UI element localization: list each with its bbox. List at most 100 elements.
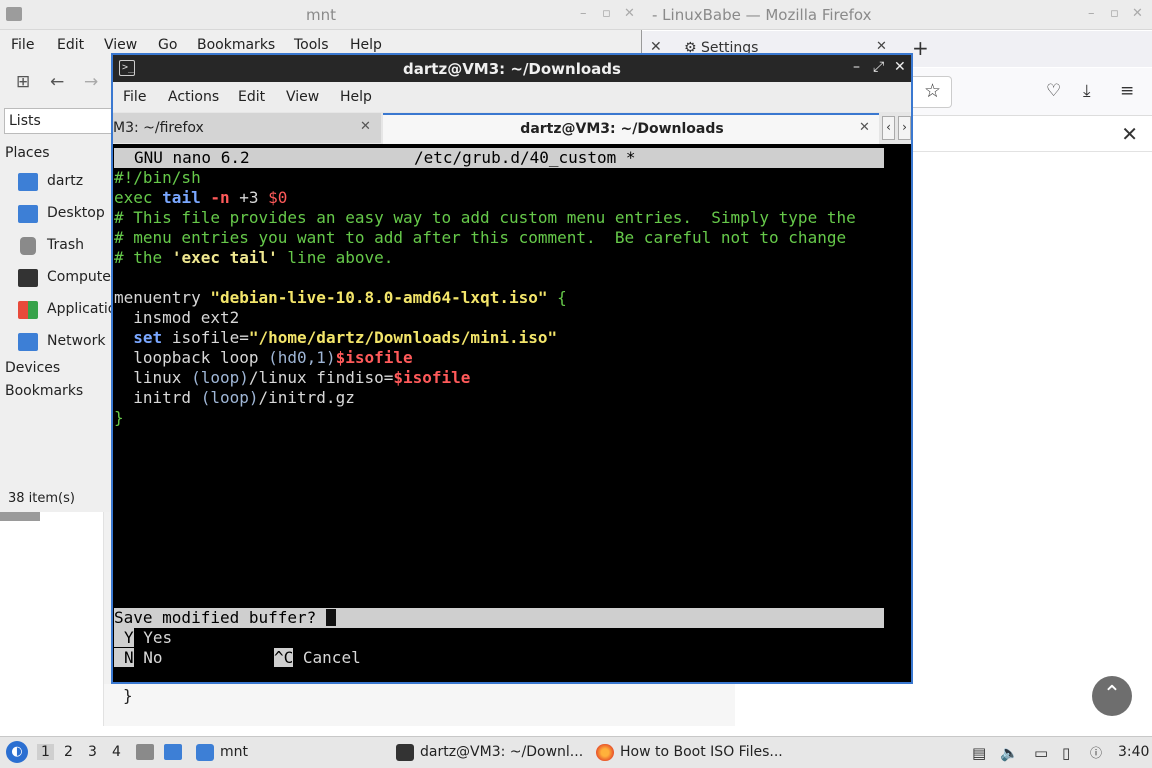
option-key: N <box>114 648 134 667</box>
network-folder-icon <box>18 333 38 351</box>
menu-edit[interactable]: Edit <box>57 37 84 53</box>
forward-arrow-icon[interactable]: → <box>84 72 98 92</box>
code-block-background <box>104 684 735 726</box>
tab-close-icon[interactable]: ✕ <box>859 120 870 135</box>
back-arrow-icon[interactable]: ← <box>50 72 64 92</box>
start-menu-icon[interactable]: ◐ <box>6 741 28 763</box>
menu-view[interactable]: View <box>104 37 137 53</box>
horizontal-scrollbar[interactable] <box>0 512 40 521</box>
terminal-menubar: File Actions Edit View Help <box>113 82 911 112</box>
file-manager-title: mnt <box>306 6 336 24</box>
bookmarks-header[interactable]: Bookmarks <box>5 383 83 399</box>
tab-close-icon[interactable]: ✕ <box>876 39 887 54</box>
file-manager-launcher-icon[interactable] <box>136 744 154 760</box>
show-desktop-icon[interactable] <box>164 744 182 760</box>
computer-icon <box>18 269 38 287</box>
save-prompt[interactable]: Save modified buffer? <box>114 608 884 628</box>
workspace-3[interactable]: 3 <box>88 744 97 760</box>
terminal-window: >_ dartz@VM3: ~/Downloads – ⤢ ✕ File Act… <box>111 53 913 684</box>
code-line: insmod ext2 <box>114 308 240 327</box>
menu-help[interactable]: Help <box>340 89 372 105</box>
terminal-tabbar: M3: ~/firefox ✕ dartz@VM3: ~/Downloads ✕… <box>113 112 911 144</box>
menu-bookmarks[interactable]: Bookmarks <box>197 37 275 53</box>
tab-close-icon[interactable]: ✕ <box>360 119 371 134</box>
menu-file[interactable]: File <box>123 89 146 105</box>
firefox-titlebar[interactable]: - LinuxBabe — Mozilla Firefox – ▫ ✕ <box>642 0 1152 30</box>
tab-label: M3: ~/firefox <box>113 120 204 136</box>
side-pane-mode-select[interactable]: Lists <box>4 108 124 134</box>
code-line: # This file provides an easy way to add … <box>114 208 856 227</box>
tab-scroll-right-icon[interactable]: › <box>898 116 911 140</box>
notes-icon[interactable]: ▯ <box>1062 744 1070 762</box>
file-manager-titlebar[interactable]: mnt – ▫ ✕ <box>0 0 642 30</box>
terminal-titlebar[interactable]: >_ dartz@VM3: ~/Downloads – ⤢ ✕ <box>113 55 911 82</box>
terminal-title: dartz@VM3: ~/Downloads <box>403 60 621 78</box>
new-tab-plus-icon[interactable]: + <box>912 36 929 60</box>
hamburger-menu-icon[interactable]: ≡ <box>1120 81 1134 101</box>
bookmark-star-icon[interactable]: ☆ <box>924 80 941 102</box>
minimize-icon[interactable]: – <box>580 6 587 21</box>
pocket-icon[interactable]: ♡ <box>1046 81 1061 101</box>
firefox-title: - LinuxBabe — Mozilla Firefox <box>652 6 872 24</box>
task-label: mnt <box>220 744 248 760</box>
option-no[interactable]: N No <box>114 648 163 668</box>
devices-header[interactable]: Devices <box>5 360 60 376</box>
tab-scroll-left-icon[interactable]: ‹ <box>882 116 895 140</box>
workspace-4[interactable]: 4 <box>112 744 121 760</box>
maximize-icon[interactable]: ⤢ <box>873 59 884 75</box>
menu-file[interactable]: File <box>11 37 34 53</box>
nano-header: GNU nano 6.2/etc/grub.d/40_custom * <box>114 148 884 168</box>
menu-tools[interactable]: Tools <box>294 37 329 53</box>
task-label: dartz@VM3: ~/Downl... <box>420 744 584 760</box>
places-header: Places <box>5 145 50 161</box>
minimize-icon[interactable]: – <box>853 59 860 75</box>
save-prompt-text: Save modified buffer? <box>114 608 317 627</box>
code-block-text: } <box>123 686 133 705</box>
nano-editor-screen[interactable]: GNU nano 6.2/etc/grub.d/40_custom * #!/b… <box>114 146 910 682</box>
option-key: Y <box>114 628 134 647</box>
code-line: loopback loop (hd0,1)$isofile <box>114 348 413 367</box>
code-line: menuentry "debian-live-10.8.0-amd64-lxqt… <box>114 288 567 307</box>
close-icon[interactable]: ✕ <box>894 59 906 75</box>
scroll-to-top-button[interactable]: ⌃ <box>1092 676 1132 716</box>
code-line: #!/bin/sh <box>114 168 201 187</box>
minimize-icon[interactable]: – <box>1088 6 1095 21</box>
workspace-2[interactable]: 2 <box>64 744 73 760</box>
firefox-icon <box>596 744 614 761</box>
nano-version: GNU nano 6.2 <box>134 148 250 167</box>
maximize-icon[interactable]: ▫ <box>1110 6 1119 21</box>
nano-filename: /etc/grub.d/40_custom * <box>414 148 636 167</box>
menu-edit[interactable]: Edit <box>238 89 265 105</box>
terminal-icon <box>396 744 414 761</box>
text-cursor <box>325 609 336 626</box>
tab-firefox[interactable]: M3: ~/firefox ✕ <box>113 113 381 143</box>
close-icon[interactable]: ✕ <box>1132 6 1143 21</box>
option-key: ^C <box>274 648 294 667</box>
clipboard-icon[interactable]: ▤ <box>972 744 986 762</box>
code-line: set isofile="/home/dartz/Downloads/mini.… <box>133 328 558 347</box>
tab-downloads[interactable]: dartz@VM3: ~/Downloads ✕ <box>383 113 879 144</box>
notification-close-icon[interactable]: ✕ <box>1121 122 1138 146</box>
workspace-1[interactable]: 1 <box>37 744 54 760</box>
close-icon[interactable]: ✕ <box>624 6 635 21</box>
downloads-icon[interactable]: ⤓ <box>1083 81 1091 101</box>
menu-help[interactable]: Help <box>350 37 382 53</box>
menu-actions[interactable]: Actions <box>168 89 219 105</box>
trash-icon <box>20 237 36 255</box>
tab-label: dartz@VM3: ~/Downloads <box>520 121 724 137</box>
code-line: # the 'exec tail' line above. <box>114 248 394 267</box>
option-yes[interactable]: Y Yes <box>114 628 172 648</box>
menu-go[interactable]: Go <box>158 37 177 53</box>
option-label: Cancel <box>302 648 361 667</box>
notification-icon[interactable]: ⓘ <box>1090 744 1102 761</box>
new-window-icon[interactable]: ⊞ <box>16 72 30 92</box>
folder-icon <box>196 744 214 761</box>
option-cancel[interactable]: ^C Cancel <box>274 648 361 668</box>
code-line: initrd (loop)/initrd.gz <box>114 388 355 407</box>
menu-view[interactable]: View <box>286 89 319 105</box>
clock[interactable]: 3:40 <box>1118 744 1149 760</box>
home-folder-icon <box>18 173 38 191</box>
network-icon[interactable]: ▭ <box>1034 744 1048 762</box>
maximize-icon[interactable]: ▫ <box>602 6 611 21</box>
volume-icon[interactable]: 🔈 <box>1000 744 1019 762</box>
